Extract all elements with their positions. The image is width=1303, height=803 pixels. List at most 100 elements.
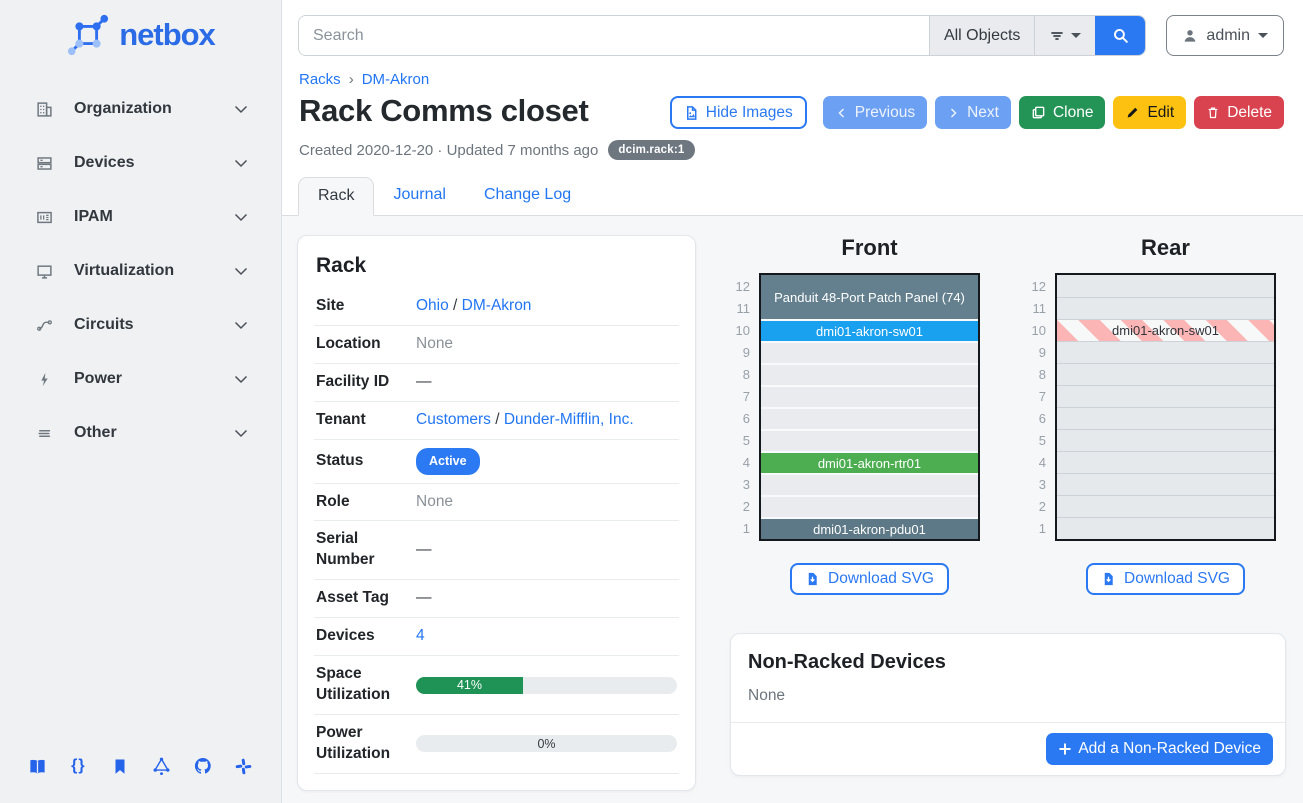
field-value: Ohio / DM-Akron: [416, 296, 677, 317]
netbox-logo[interactable]: netbox: [0, 0, 281, 62]
empty-rack-unit-8[interactable]: [1057, 363, 1274, 385]
empty-rack-unit-2[interactable]: [761, 495, 978, 517]
tab-rack[interactable]: Rack: [298, 177, 374, 216]
unit-number: 6: [1026, 408, 1046, 430]
user-menu-button[interactable]: admin: [1166, 15, 1284, 56]
rack-device-dmi01-akron-sw01[interactable]: dmi01-akron-sw01: [1057, 319, 1274, 341]
sidebar-item-label: Power: [74, 370, 233, 388]
empty-rack-unit-7[interactable]: [761, 385, 978, 407]
field-row-devices: Devices4: [314, 618, 679, 656]
plus-icon: [1058, 742, 1072, 756]
sidebar-item-label: Devices: [74, 154, 233, 172]
field-label: Site: [316, 296, 416, 317]
hide-images-button[interactable]: Hide Images: [670, 96, 807, 129]
download-svg-button-rear[interactable]: Download SVG: [1086, 563, 1245, 595]
tab-journal[interactable]: Journal: [374, 177, 464, 215]
rack-device-panduit-48-port-patch-panel-74-[interactable]: Panduit 48-Port Patch Panel (74): [761, 275, 978, 319]
empty-rack-unit-6[interactable]: [761, 407, 978, 429]
empty-rack-unit-1[interactable]: [1057, 517, 1274, 539]
rack-device-dmi01-akron-rtr01[interactable]: dmi01-akron-rtr01: [761, 451, 978, 473]
page-header: Rack Comms closet Hide Images Previous: [282, 88, 1303, 129]
empty-rack-unit-12[interactable]: [1057, 275, 1274, 297]
empty-rack-unit-2[interactable]: [1057, 495, 1274, 517]
download-svg-button-front[interactable]: Download SVG: [790, 563, 949, 595]
unit-number: 4: [1026, 452, 1046, 474]
unit-number: 11: [730, 298, 750, 320]
link-dm-akron[interactable]: DM-Akron: [462, 297, 532, 314]
breadcrumb-link-dm-akron[interactable]: DM-Akron: [362, 71, 430, 88]
sidebar-item-label: Virtualization: [74, 262, 233, 280]
tab-change-log[interactable]: Change Log: [465, 177, 590, 215]
non-racked-title: Non-Racked Devices: [731, 634, 1285, 674]
empty-rack-unit-4[interactable]: [1057, 451, 1274, 473]
link-ohio[interactable]: Ohio: [416, 297, 449, 314]
github-icon[interactable]: [192, 755, 214, 777]
sidebar-nav: Organization Devices IPAM Virtualization Cir…: [0, 82, 281, 755]
server-icon: [36, 154, 57, 172]
lines-icon: [36, 424, 57, 442]
rack-device-dmi01-akron-pdu01[interactable]: dmi01-akron-pdu01: [761, 517, 978, 539]
search-icon: [1112, 27, 1129, 44]
previous-button[interactable]: Previous: [823, 96, 927, 129]
unit-number: 12: [730, 276, 750, 298]
unit-number: 3: [1026, 474, 1046, 496]
sidebar-item-virtualization[interactable]: Virtualization: [24, 244, 259, 298]
elevation-body: 121110987654321Panduit 48-Port Patch Pan…: [730, 273, 980, 541]
delete-button[interactable]: Delete: [1194, 96, 1284, 129]
docs-icon[interactable]: [26, 755, 48, 777]
empty-rack-unit-5[interactable]: [1057, 429, 1274, 451]
breadcrumb-link-racks[interactable]: Racks: [299, 71, 341, 88]
unit-number: 9: [1026, 342, 1046, 364]
add-non-racked-device-button[interactable]: Add a Non-Racked Device: [1046, 733, 1273, 765]
link-customers[interactable]: Customers: [416, 411, 491, 428]
sidebar-item-ipam[interactable]: IPAM: [24, 190, 259, 244]
api-icon[interactable]: {}: [67, 755, 89, 777]
trash-icon: [1206, 105, 1220, 120]
user-name: admin: [1206, 27, 1250, 45]
sidebar-item-circuits[interactable]: Circuits: [24, 298, 259, 352]
field-value: Customers / Dunder-Mifflin, Inc.: [416, 410, 677, 431]
search-scope-button[interactable]: All Objects: [929, 16, 1034, 55]
unit-number: 7: [730, 386, 750, 408]
sidebar-item-label: Other: [74, 424, 233, 442]
elevation-body: 121110987654321dmi01-akron-sw01: [1026, 273, 1276, 541]
slack-icon[interactable]: [233, 755, 255, 777]
search-submit-button[interactable]: [1095, 16, 1145, 55]
sidebar-item-power[interactable]: Power: [24, 352, 259, 406]
sidebar-item-organization[interactable]: Organization: [24, 82, 259, 136]
empty-rack-unit-8[interactable]: [761, 363, 978, 385]
field-row-tenant: TenantCustomers / Dunder-Mifflin, Inc.: [314, 402, 679, 440]
left-column: Rack SiteOhio / DM-AkronLocationNoneFaci…: [297, 235, 696, 803]
field-value: 0%: [416, 735, 677, 752]
empty-rack-unit-5[interactable]: [761, 429, 978, 451]
unit-number: 12: [1026, 276, 1046, 298]
search-input[interactable]: [299, 16, 929, 55]
image-file-icon: [684, 105, 699, 121]
next-button[interactable]: Next: [935, 96, 1011, 129]
sidebar-item-devices[interactable]: Devices: [24, 136, 259, 190]
unit-number: 10: [1026, 320, 1046, 342]
search-filter-button[interactable]: [1034, 16, 1095, 55]
empty-rack-unit-3[interactable]: [761, 473, 978, 495]
unit-number: 4: [730, 452, 750, 474]
pencil-icon: [1125, 105, 1140, 120]
empty-rack-unit-3[interactable]: [1057, 473, 1274, 495]
field-row-location: LocationNone: [314, 326, 679, 364]
edit-button[interactable]: Edit: [1113, 96, 1186, 129]
empty-rack-unit-9[interactable]: [761, 341, 978, 363]
clone-button[interactable]: Clone: [1019, 96, 1106, 129]
panel-title: Rack: [316, 254, 679, 278]
empty-rack-unit-11[interactable]: [1057, 297, 1274, 319]
empty-rack-unit-9[interactable]: [1057, 341, 1274, 363]
device-count-link[interactable]: 4: [416, 627, 425, 644]
rack-device-dmi01-akron-sw01[interactable]: dmi01-akron-sw01: [761, 319, 978, 341]
bookmark-icon[interactable]: [109, 755, 131, 777]
field-value: —: [416, 588, 677, 609]
circuit-icon: [36, 316, 57, 334]
sidebar-item-other[interactable]: Other: [24, 406, 259, 460]
empty-rack-unit-6[interactable]: [1057, 407, 1274, 429]
chevron-down-icon: [233, 317, 249, 333]
link-dunder-mifflin-inc-[interactable]: Dunder-Mifflin, Inc.: [504, 411, 634, 428]
graphql-icon[interactable]: [150, 755, 172, 777]
empty-rack-unit-7[interactable]: [1057, 385, 1274, 407]
